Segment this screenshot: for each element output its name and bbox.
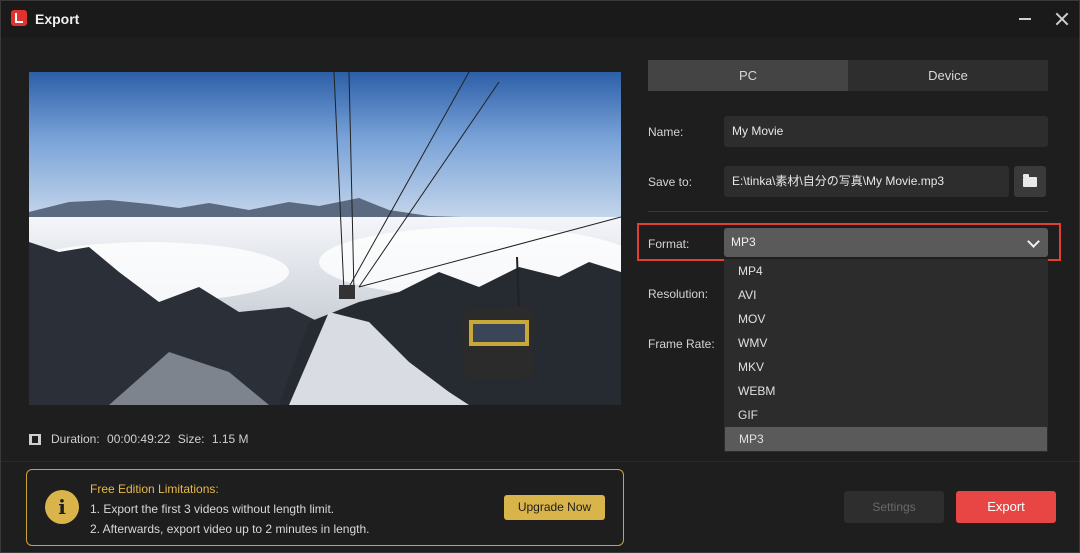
format-option-avi[interactable]: AVI: [724, 283, 1048, 307]
format-option-mp4[interactable]: MP4: [724, 259, 1048, 283]
browse-folder-button[interactable]: [1014, 166, 1046, 197]
size-value: 1.15 M: [211, 432, 249, 446]
name-label: Name:: [648, 125, 684, 139]
limits-line-1: 1. Export the first 3 videos without len…: [90, 502, 335, 516]
duration-value: 00:00:49:22: [107, 432, 171, 446]
format-option-mp3[interactable]: MP3: [725, 427, 1047, 451]
export-button[interactable]: Export: [956, 491, 1056, 523]
duration-label: Duration:: [51, 432, 100, 446]
close-button[interactable]: [1050, 7, 1074, 31]
export-dialog: Export Duration: 00:00:49:22 Size: 1.15 …: [0, 0, 1080, 553]
name-field[interactable]: My Movie: [724, 116, 1048, 147]
duration-row: Duration: 00:00:49:22 Size: 1.15 M: [29, 431, 253, 447]
format-option-webm[interactable]: WEBM: [724, 379, 1048, 403]
save-to-label: Save to:: [648, 175, 693, 189]
preview-image: [29, 72, 621, 405]
limits-line-2: 2. Afterwards, export video up to 2 minu…: [90, 522, 370, 536]
title-bar: Export: [1, 1, 1079, 37]
format-option-mkv[interactable]: MKV: [724, 355, 1048, 379]
format-option-wmv[interactable]: WMV: [724, 331, 1048, 355]
size-label: Size:: [177, 432, 205, 446]
film-icon: [29, 433, 41, 445]
info-icon: i: [45, 490, 79, 524]
format-dropdown-list: MP4 AVI MOV WMV MKV WEBM GIF MP3: [724, 259, 1048, 452]
settings-button[interactable]: Settings: [844, 491, 944, 523]
format-option-mov[interactable]: MOV: [724, 307, 1048, 331]
chevron-down-icon: [1027, 235, 1040, 248]
minimize-button[interactable]: [1013, 7, 1037, 31]
resolution-label: Resolution:: [648, 287, 709, 301]
free-edition-limits-panel: i Free Edition Limitations: 1. Export th…: [26, 469, 624, 546]
divider: [648, 211, 1048, 212]
folder-icon: [1023, 174, 1037, 187]
upgrade-now-button[interactable]: Upgrade Now: [504, 495, 605, 520]
app-logo-icon: [11, 10, 27, 26]
format-selected-value: MP3: [731, 235, 756, 249]
format-select[interactable]: MP3: [724, 228, 1048, 257]
window-title: Export: [35, 11, 80, 27]
frame-rate-label: Frame Rate:: [648, 337, 715, 351]
export-target-tabs: PC Device: [648, 60, 1048, 91]
tab-pc[interactable]: PC: [648, 60, 848, 91]
format-option-gif[interactable]: GIF: [724, 403, 1048, 427]
format-label: Format:: [648, 237, 690, 251]
bottom-divider: [1, 461, 1079, 462]
save-path-field[interactable]: E:\tinka\素材\自分の写真\My Movie.mp3: [724, 166, 1009, 197]
video-preview: [29, 72, 621, 405]
tab-device[interactable]: Device: [848, 60, 1048, 91]
limits-title: Free Edition Limitations:: [90, 482, 219, 496]
